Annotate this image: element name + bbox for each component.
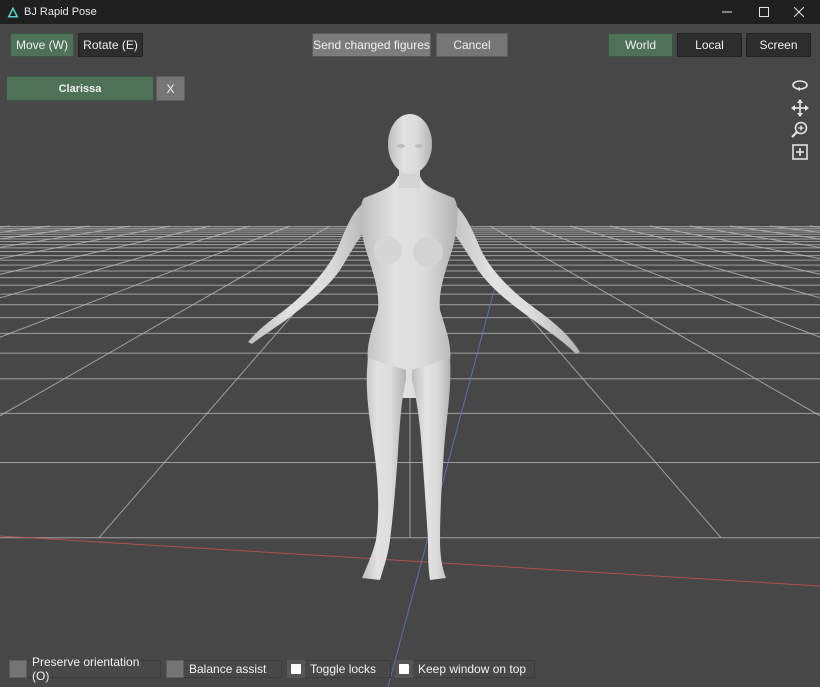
preserve-orientation-label: Preserve orientation (O) (32, 655, 140, 683)
frame-icon[interactable] (790, 142, 810, 162)
toggle-locks-toggle[interactable]: Toggle locks (287, 660, 391, 678)
figure-chest-left (374, 236, 402, 264)
minimize-icon (722, 11, 732, 13)
zoom-icon[interactable] (790, 120, 810, 140)
app-logo-icon (7, 6, 19, 18)
keep-window-on-top-toggle[interactable]: Keep window on top (395, 660, 535, 678)
move-tool-button[interactable]: Move (W) (10, 33, 74, 57)
3d-viewport[interactable] (0, 24, 820, 687)
rotate-tool-button[interactable]: Rotate (E) (78, 33, 143, 57)
figure-left-eye (397, 144, 405, 148)
maximize-button[interactable] (747, 0, 781, 24)
figure-chest-right (413, 237, 443, 267)
preserve-orientation-checkbox[interactable] (9, 660, 27, 678)
balance-assist-toggle[interactable]: Balance assist (166, 660, 282, 678)
figure-left-arm (248, 198, 372, 344)
local-space-button[interactable]: Local (677, 33, 742, 57)
figure-right-arm (444, 198, 580, 354)
figure-head (388, 114, 432, 174)
world-space-button[interactable]: World (608, 33, 673, 57)
figure-right-eye (415, 144, 423, 148)
app-window: BJ Rapid Pose Move (W) Rotate (E) Send c… (0, 0, 820, 687)
figure-right-leg (412, 358, 451, 580)
balance-assist-checkbox[interactable] (166, 660, 184, 678)
balance-assist-label: Balance assist (189, 662, 267, 676)
maximize-icon (759, 7, 769, 17)
figure-tab-close-button[interactable]: X (156, 76, 185, 101)
close-button[interactable] (782, 0, 816, 24)
pan-icon[interactable] (790, 98, 810, 118)
minimize-button[interactable] (710, 0, 744, 24)
screen-space-button[interactable]: Screen (746, 33, 811, 57)
toggle-locks-checkbox[interactable] (287, 660, 305, 678)
window-title: BJ Rapid Pose (24, 6, 97, 18)
cancel-button[interactable]: Cancel (436, 33, 508, 57)
figure-model[interactable] (0, 24, 820, 687)
toggle-locks-label: Toggle locks (310, 662, 377, 676)
preserve-orientation-toggle[interactable]: Preserve orientation (O) (9, 655, 161, 683)
send-changed-figures-button[interactable]: Send changed figures (312, 33, 431, 57)
title-bar: BJ Rapid Pose (0, 0, 820, 24)
keep-window-on-top-label: Keep window on top (418, 662, 527, 676)
keep-window-on-top-checkbox[interactable] (395, 660, 413, 678)
figure-tab-clarissa[interactable]: Clarissa (6, 76, 154, 101)
close-icon (794, 7, 804, 17)
figure-left-leg (362, 358, 406, 580)
orbit-icon[interactable] (790, 76, 810, 96)
